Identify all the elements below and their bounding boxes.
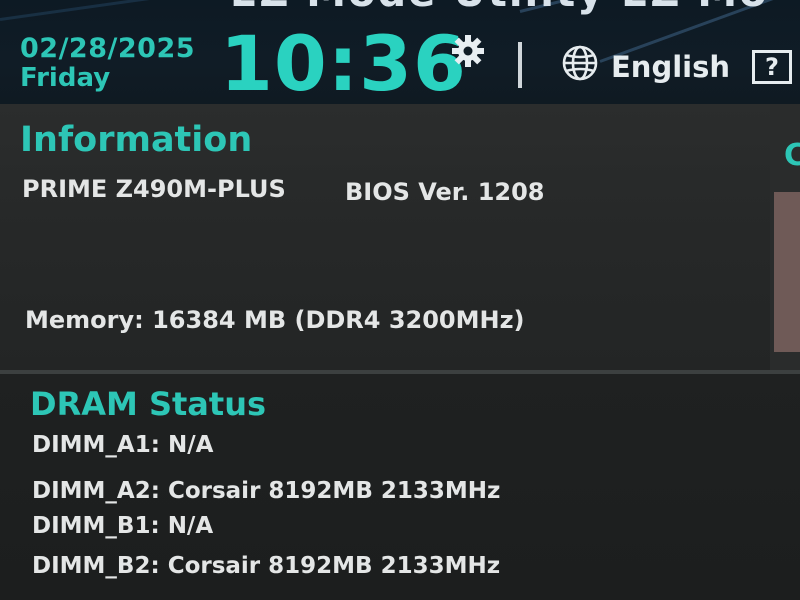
bios-version: BIOS Ver. 1208 [345, 178, 545, 206]
language-selector[interactable]: English [611, 49, 730, 85]
board-model: PRIME Z490M-PLUS [22, 175, 286, 203]
dimm-label: DIMM_A2: [32, 478, 160, 504]
dimm-row-a2: DIMM_A2: Corsair 8192MB 2133MHz [32, 476, 500, 506]
memory-info: Memory: 16384 MB (DDR4 3200MHz) [25, 305, 525, 335]
clock-display[interactable]: 10:36 [220, 22, 467, 105]
date-display: 02/28/2025 [20, 33, 196, 64]
help-button[interactable]: ? [752, 50, 792, 84]
header-title: EZ Mode Utility EZ Mo [230, 0, 769, 16]
bios-ez-mode-screen: EZ Mode Utility EZ Mo 02/28/2025 Friday … [0, 0, 800, 600]
side-panel: C [770, 104, 800, 370]
dram-status-title: DRAM Status [30, 385, 267, 423]
dimm-label: DIMM_A1: [32, 432, 160, 458]
day-display: Friday [20, 63, 111, 93]
dimm-row-a1: DIMM_A1: N/A [32, 430, 213, 460]
dimm-label: DIMM_B1: [32, 513, 160, 539]
dimm-value: Corsair 8192MB 2133MHz [167, 553, 501, 579]
header-bar: EZ Mode Utility EZ Mo 02/28/2025 Friday … [0, 0, 800, 104]
side-panel-title: C [784, 138, 800, 173]
information-title: Information [20, 120, 253, 160]
header-decoration [0, 0, 199, 21]
memory-value: 16384 MB (DDR4 3200MHz) [152, 306, 525, 334]
dimm-value: N/A [167, 432, 214, 458]
globe-icon[interactable] [555, 44, 605, 82]
gear-icon[interactable] [443, 31, 493, 71]
dimm-row-b1: DIMM_B1: N/A [32, 511, 213, 541]
information-panel: Information PRIME Z490M-PLUS BIOS Ver. 1… [0, 104, 770, 370]
side-panel-block [774, 192, 800, 352]
dimm-row-b2: DIMM_B2: Corsair 8192MB 2133MHz [32, 551, 500, 581]
dimm-value: N/A [167, 513, 214, 539]
memory-label: Memory: [25, 306, 144, 334]
dram-status-panel: DRAM Status DIMM_A1: N/A DIMM_A2: Corsai… [0, 374, 800, 600]
dimm-label: DIMM_B2: [32, 553, 160, 579]
dimm-value: Corsair 8192MB 2133MHz [167, 478, 501, 504]
header-divider [518, 42, 522, 88]
